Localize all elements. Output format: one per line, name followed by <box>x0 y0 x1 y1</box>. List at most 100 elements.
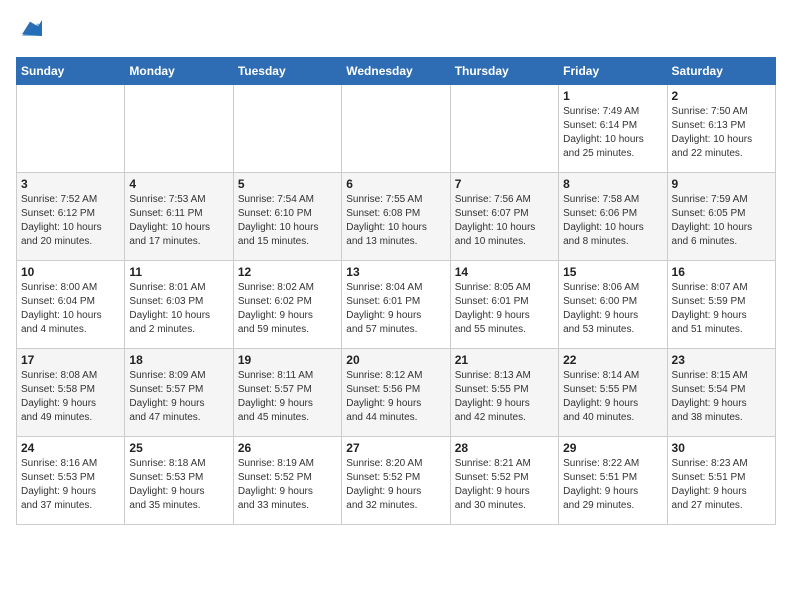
calendar-cell <box>125 85 233 173</box>
calendar-cell: 27 Sunrise: 8:20 AM Sunset: 5:52 PM Dayli… <box>342 437 450 525</box>
calendar-cell: 20 Sunrise: 8:12 AM Sunset: 5:56 PM Dayli… <box>342 349 450 437</box>
calendar-cell: 10 Sunrise: 8:00 AM Sunset: 6:04 PM Dayli… <box>17 261 125 349</box>
calendar-cell <box>233 85 341 173</box>
day-info: Sunrise: 8:04 AM Sunset: 6:01 PM Dayligh… <box>346 281 445 337</box>
calendar-cell: 15 Sunrise: 8:06 AM Sunset: 6:00 PM Dayli… <box>559 261 667 349</box>
calendar-cell: 1 Sunrise: 7:49 AM Sunset: 6:14 PM Daylig… <box>559 85 667 173</box>
calendar-cell: 13 Sunrise: 8:04 AM Sunset: 6:01 PM Dayli… <box>342 261 450 349</box>
day-number: 7 <box>455 177 554 191</box>
day-number: 28 <box>455 441 554 455</box>
day-number: 2 <box>672 89 771 103</box>
day-info: Sunrise: 8:12 AM Sunset: 5:56 PM Dayligh… <box>346 369 445 425</box>
day-info: Sunrise: 7:55 AM Sunset: 6:08 PM Dayligh… <box>346 193 445 249</box>
day-info: Sunrise: 8:08 AM Sunset: 5:58 PM Dayligh… <box>21 369 120 425</box>
calendar-table: SundayMondayTuesdayWednesdayThursdayFrid… <box>16 57 776 525</box>
day-number: 20 <box>346 353 445 367</box>
day-info: Sunrise: 8:23 AM Sunset: 5:51 PM Dayligh… <box>672 457 771 513</box>
day-info: Sunrise: 7:54 AM Sunset: 6:10 PM Dayligh… <box>238 193 337 249</box>
calendar-cell: 14 Sunrise: 8:05 AM Sunset: 6:01 PM Dayli… <box>450 261 558 349</box>
day-number: 1 <box>563 89 662 103</box>
day-number: 24 <box>21 441 120 455</box>
day-info: Sunrise: 8:00 AM Sunset: 6:04 PM Dayligh… <box>21 281 120 337</box>
day-number: 17 <box>21 353 120 367</box>
day-number: 15 <box>563 265 662 279</box>
weekday-header-sunday: Sunday <box>17 58 125 85</box>
day-info: Sunrise: 8:02 AM Sunset: 6:02 PM Dayligh… <box>238 281 337 337</box>
day-number: 9 <box>672 177 771 191</box>
calendar-cell <box>342 85 450 173</box>
calendar-cell: 28 Sunrise: 8:21 AM Sunset: 5:52 PM Dayli… <box>450 437 558 525</box>
day-number: 27 <box>346 441 445 455</box>
day-info: Sunrise: 7:49 AM Sunset: 6:14 PM Dayligh… <box>563 105 662 161</box>
day-info: Sunrise: 7:56 AM Sunset: 6:07 PM Dayligh… <box>455 193 554 249</box>
day-info: Sunrise: 8:06 AM Sunset: 6:00 PM Dayligh… <box>563 281 662 337</box>
day-number: 16 <box>672 265 771 279</box>
calendar-cell: 22 Sunrise: 8:14 AM Sunset: 5:55 PM Dayli… <box>559 349 667 437</box>
day-number: 12 <box>238 265 337 279</box>
calendar-cell: 17 Sunrise: 8:08 AM Sunset: 5:58 PM Dayli… <box>17 349 125 437</box>
calendar-cell: 23 Sunrise: 8:15 AM Sunset: 5:54 PM Dayli… <box>667 349 775 437</box>
day-number: 8 <box>563 177 662 191</box>
calendar-cell: 19 Sunrise: 8:11 AM Sunset: 5:57 PM Dayli… <box>233 349 341 437</box>
day-number: 18 <box>129 353 228 367</box>
day-number: 26 <box>238 441 337 455</box>
calendar-cell: 24 Sunrise: 8:16 AM Sunset: 5:53 PM Dayli… <box>17 437 125 525</box>
calendar-cell <box>17 85 125 173</box>
calendar-cell: 2 Sunrise: 7:50 AM Sunset: 6:13 PM Daylig… <box>667 85 775 173</box>
day-info: Sunrise: 8:13 AM Sunset: 5:55 PM Dayligh… <box>455 369 554 425</box>
weekday-header-friday: Friday <box>559 58 667 85</box>
calendar-cell: 9 Sunrise: 7:59 AM Sunset: 6:05 PM Daylig… <box>667 173 775 261</box>
day-number: 19 <box>238 353 337 367</box>
day-info: Sunrise: 8:21 AM Sunset: 5:52 PM Dayligh… <box>455 457 554 513</box>
logo <box>16 16 42 45</box>
calendar-cell: 8 Sunrise: 7:58 AM Sunset: 6:06 PM Daylig… <box>559 173 667 261</box>
weekday-header-monday: Monday <box>125 58 233 85</box>
day-number: 22 <box>563 353 662 367</box>
day-info: Sunrise: 7:53 AM Sunset: 6:11 PM Dayligh… <box>129 193 228 249</box>
day-number: 21 <box>455 353 554 367</box>
day-info: Sunrise: 8:22 AM Sunset: 5:51 PM Dayligh… <box>563 457 662 513</box>
day-number: 3 <box>21 177 120 191</box>
weekday-header-thursday: Thursday <box>450 58 558 85</box>
calendar-cell: 29 Sunrise: 8:22 AM Sunset: 5:51 PM Dayli… <box>559 437 667 525</box>
calendar-cell: 26 Sunrise: 8:19 AM Sunset: 5:52 PM Dayli… <box>233 437 341 525</box>
calendar-cell: 30 Sunrise: 8:23 AM Sunset: 5:51 PM Dayli… <box>667 437 775 525</box>
calendar-cell: 7 Sunrise: 7:56 AM Sunset: 6:07 PM Daylig… <box>450 173 558 261</box>
calendar-cell: 11 Sunrise: 8:01 AM Sunset: 6:03 PM Dayli… <box>125 261 233 349</box>
day-info: Sunrise: 8:09 AM Sunset: 5:57 PM Dayligh… <box>129 369 228 425</box>
calendar-cell: 21 Sunrise: 8:13 AM Sunset: 5:55 PM Dayli… <box>450 349 558 437</box>
day-info: Sunrise: 8:01 AM Sunset: 6:03 PM Dayligh… <box>129 281 228 337</box>
day-number: 11 <box>129 265 228 279</box>
day-number: 5 <box>238 177 337 191</box>
day-number: 4 <box>129 177 228 191</box>
day-info: Sunrise: 7:50 AM Sunset: 6:13 PM Dayligh… <box>672 105 771 161</box>
day-info: Sunrise: 7:58 AM Sunset: 6:06 PM Dayligh… <box>563 193 662 249</box>
day-info: Sunrise: 8:18 AM Sunset: 5:53 PM Dayligh… <box>129 457 228 513</box>
calendar-cell: 5 Sunrise: 7:54 AM Sunset: 6:10 PM Daylig… <box>233 173 341 261</box>
day-number: 10 <box>21 265 120 279</box>
day-info: Sunrise: 8:20 AM Sunset: 5:52 PM Dayligh… <box>346 457 445 513</box>
day-info: Sunrise: 8:07 AM Sunset: 5:59 PM Dayligh… <box>672 281 771 337</box>
day-info: Sunrise: 8:16 AM Sunset: 5:53 PM Dayligh… <box>21 457 120 513</box>
day-info: Sunrise: 7:59 AM Sunset: 6:05 PM Dayligh… <box>672 193 771 249</box>
weekday-header-tuesday: Tuesday <box>233 58 341 85</box>
day-info: Sunrise: 8:05 AM Sunset: 6:01 PM Dayligh… <box>455 281 554 337</box>
calendar-cell: 16 Sunrise: 8:07 AM Sunset: 5:59 PM Dayli… <box>667 261 775 349</box>
day-number: 23 <box>672 353 771 367</box>
calendar-cell: 3Sunrise: 7:52 AM Sunset: 6:12 PM Daylig… <box>17 173 125 261</box>
day-number: 29 <box>563 441 662 455</box>
day-number: 30 <box>672 441 771 455</box>
weekday-header-wednesday: Wednesday <box>342 58 450 85</box>
weekday-header-saturday: Saturday <box>667 58 775 85</box>
calendar-cell: 12 Sunrise: 8:02 AM Sunset: 6:02 PM Dayli… <box>233 261 341 349</box>
calendar-cell: 25 Sunrise: 8:18 AM Sunset: 5:53 PM Dayli… <box>125 437 233 525</box>
day-info: Sunrise: 8:19 AM Sunset: 5:52 PM Dayligh… <box>238 457 337 513</box>
day-number: 14 <box>455 265 554 279</box>
logo-icon <box>18 16 42 40</box>
day-info: Sunrise: 8:11 AM Sunset: 5:57 PM Dayligh… <box>238 369 337 425</box>
day-info: Sunrise: 8:15 AM Sunset: 5:54 PM Dayligh… <box>672 369 771 425</box>
calendar-cell <box>450 85 558 173</box>
day-number: 13 <box>346 265 445 279</box>
day-number: 25 <box>129 441 228 455</box>
day-info: Sunrise: 8:14 AM Sunset: 5:55 PM Dayligh… <box>563 369 662 425</box>
